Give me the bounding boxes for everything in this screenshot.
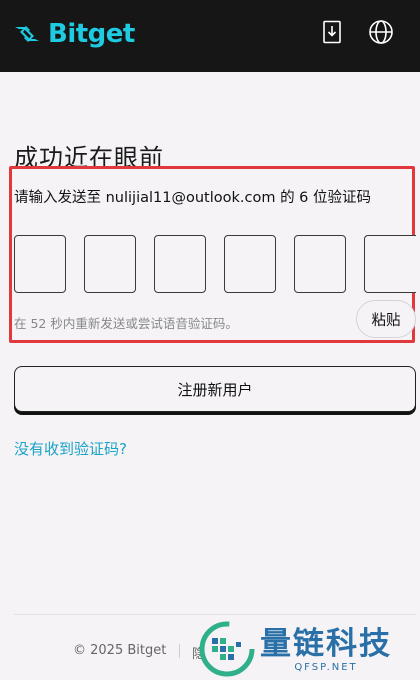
code-digit-input-6[interactable] (364, 235, 416, 293)
footer-divider (14, 614, 416, 615)
paste-button[interactable]: 粘贴 (356, 300, 416, 338)
code-digit-input-1[interactable] (14, 235, 66, 293)
watermark-title: 量链科技 (260, 625, 392, 662)
code-digit-input-5[interactable] (294, 235, 346, 293)
bitget-logo-mark-icon (15, 26, 39, 42)
brand-name: Bitget (48, 19, 135, 49)
download-icon[interactable] (318, 18, 346, 46)
watermark: 量链科技 QFSP.NET (198, 618, 420, 680)
resend-countdown-text: 在 52 秒内重新发送或尝试语音验证码。 (14, 316, 238, 331)
watermark-subtitle: QFSP.NET (294, 661, 358, 673)
watermark-text: 量链科技 QFSP.NET (260, 626, 392, 673)
bitget-logo[interactable]: Bitget (12, 14, 135, 54)
watermark-logo-icon (199, 621, 255, 677)
no-code-received-link[interactable]: 没有收到验证码? (14, 438, 127, 459)
top-bar: Bitget (0, 0, 420, 72)
register-new-user-button[interactable]: 注册新用户 (14, 366, 416, 412)
footer-separator (179, 644, 180, 658)
verification-instruction: 请输入发送至 nulijial11@outlook.com 的 6 位验证码 (14, 190, 372, 206)
footer-copyright: © 2025 Bitget (73, 643, 167, 658)
code-digit-input-2[interactable] (84, 235, 136, 293)
code-digit-input-4[interactable] (224, 235, 276, 293)
globe-icon[interactable] (367, 18, 395, 46)
code-digit-input-3[interactable] (154, 235, 206, 293)
